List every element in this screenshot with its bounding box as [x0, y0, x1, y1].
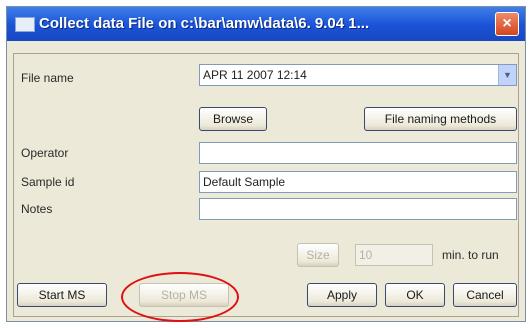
close-icon[interactable]: ×	[495, 12, 519, 36]
collect-data-dialog: Collect data File on c:\bar\amw\data\6. …	[6, 6, 526, 322]
cancel-button[interactable]: Cancel	[453, 283, 517, 307]
notes-input[interactable]	[199, 198, 517, 220]
chevron-down-icon[interactable]: ▼	[498, 65, 516, 85]
browse-button[interactable]: Browse	[199, 107, 267, 131]
file-name-label: File name	[21, 71, 74, 85]
file-name-combobox[interactable]: APR 11 2007 12:14 ▼	[199, 64, 517, 86]
apply-button[interactable]: Apply	[307, 283, 377, 307]
notes-label: Notes	[21, 202, 53, 216]
title-bar[interactable]: Collect data File on c:\bar\amw\data\6. …	[7, 7, 525, 41]
window-icon	[15, 17, 35, 32]
operator-input[interactable]	[199, 142, 517, 164]
window-title: Collect data File on c:\bar\amw\data\6. …	[39, 15, 370, 32]
size-button[interactable]: Size	[297, 243, 339, 267]
highlight-ellipse	[121, 272, 239, 322]
ok-button[interactable]: OK	[385, 283, 445, 307]
start-ms-button[interactable]: Start MS	[17, 283, 107, 307]
sample-id-label: Sample id	[21, 175, 75, 189]
size-input[interactable]: 10	[355, 244, 433, 266]
file-name-value: APR 11 2007 12:14	[203, 68, 307, 82]
file-naming-methods-button[interactable]: File naming methods	[364, 107, 517, 131]
units-label: min. to run	[442, 248, 499, 262]
operator-label: Operator	[21, 146, 69, 160]
sample-id-input[interactable]: Default Sample	[199, 171, 517, 193]
